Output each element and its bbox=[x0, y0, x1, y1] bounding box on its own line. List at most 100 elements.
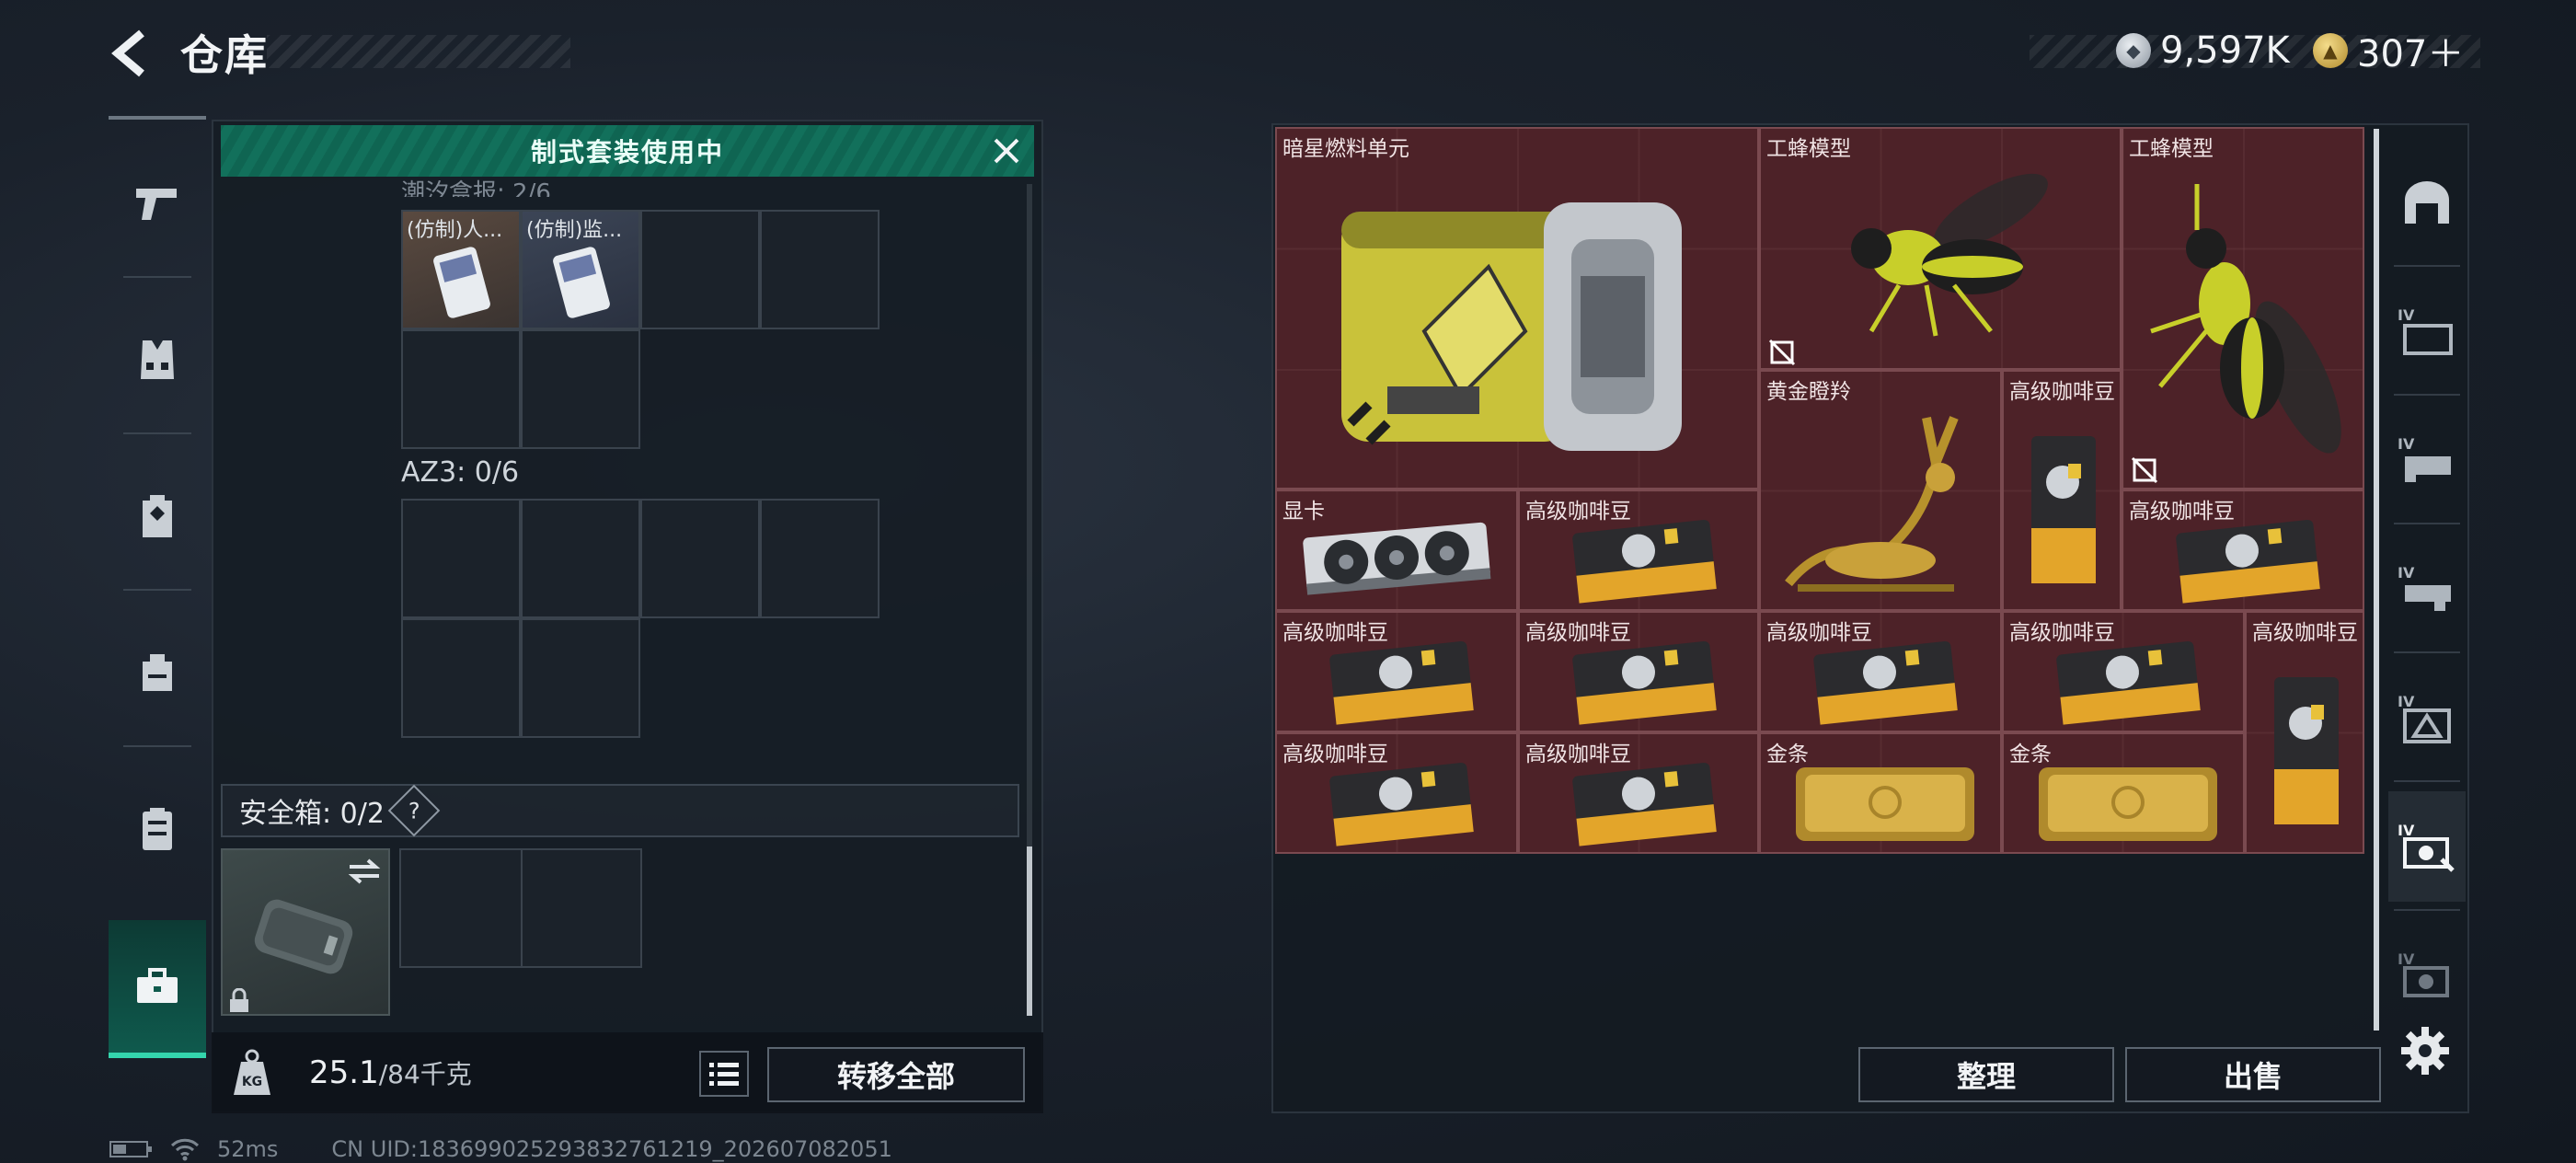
nav-separator bbox=[123, 432, 191, 434]
stash-tab-icon: IV bbox=[2398, 822, 2455, 872]
stash-item-fuel-cell[interactable]: 暗星燃料单元 bbox=[1275, 127, 1759, 489]
stash-item-wasp-model[interactable]: 工蜂模型 bbox=[1759, 127, 2122, 370]
gear-icon bbox=[2401, 1027, 2449, 1075]
stash-item-gpu[interactable]: 显卡 bbox=[1275, 489, 1518, 611]
item-label: 高级咖啡豆 bbox=[1282, 621, 1388, 645]
help-button[interactable]: ? bbox=[387, 784, 441, 837]
stash-item-wasp-model[interactable]: 工蜂模型 bbox=[2122, 127, 2364, 489]
container-slot[interactable] bbox=[521, 618, 640, 738]
svg-text:IV: IV bbox=[2398, 306, 2415, 324]
stash-scroll-thumb[interactable] bbox=[2374, 129, 2379, 1031]
gold-bar-icon bbox=[1796, 767, 1974, 841]
item-label: 暗星燃料单元 bbox=[1282, 137, 1409, 161]
back-button[interactable] bbox=[103, 26, 158, 81]
safebox-bar: 安全箱: 0/2 ? bbox=[221, 784, 1019, 837]
nav-item-backpack[interactable] bbox=[109, 447, 206, 585]
svg-text:IV: IV bbox=[2398, 950, 2415, 968]
container-slot[interactable] bbox=[760, 499, 880, 618]
gold-amount: 307＋ bbox=[2357, 33, 2465, 75]
item-label: 高级咖啡豆 bbox=[1766, 621, 1872, 645]
safebox-slot[interactable] bbox=[399, 848, 642, 968]
svg-text:IV: IV bbox=[2398, 435, 2415, 453]
toolbox-icon bbox=[137, 968, 178, 1003]
container-item[interactable]: (仿制)监... bbox=[521, 210, 640, 329]
nav-item-case[interactable] bbox=[109, 760, 206, 898]
nav-item-bag[interactable] bbox=[109, 604, 206, 742]
gpu-icon bbox=[1303, 522, 1491, 595]
coffee-bag-icon bbox=[1572, 762, 1717, 846]
stash-item-premium-coffee[interactable]: 高级咖啡豆 bbox=[1518, 732, 1759, 854]
battery-icon bbox=[109, 1141, 152, 1157]
sort-button[interactable]: 整理 bbox=[1858, 1047, 2114, 1102]
stash-item-premium-coffee[interactable]: 高级咖啡豆 bbox=[1275, 732, 1518, 854]
container-slot[interactable] bbox=[521, 329, 640, 449]
nav-item-armor[interactable] bbox=[109, 291, 206, 429]
safebox-item[interactable] bbox=[221, 848, 390, 1016]
stash-item-gold-bar[interactable]: 金条 bbox=[1759, 732, 2002, 854]
stash-tab-4[interactable]: IV bbox=[2388, 662, 2466, 773]
stash-item-premium-coffee[interactable]: 高级咖啡豆 bbox=[1518, 611, 1759, 732]
close-icon bbox=[994, 138, 1019, 164]
container-label: 潮汐盒报: 2/6 bbox=[401, 179, 551, 197]
stash-item-premium-coffee[interactable]: 高级咖啡豆 bbox=[2002, 611, 2245, 732]
stash-tab-overview[interactable] bbox=[2388, 147, 2466, 258]
stash-tab-3[interactable]: IV bbox=[2388, 534, 2466, 644]
sell-button[interactable]: 出售 bbox=[2125, 1047, 2381, 1102]
coffee-bag-icon bbox=[2056, 640, 2201, 725]
status-bar: 52ms CN UID:1836990252938327612​19_20260… bbox=[109, 1135, 892, 1163]
currency-silver[interactable]: ◆ 9,597K bbox=[2116, 28, 2290, 74]
weight-icon: KG bbox=[230, 1049, 274, 1099]
stash-item-gold-bar[interactable]: 金条 bbox=[2002, 732, 2245, 854]
stash-tab-1[interactable]: IV bbox=[2388, 276, 2466, 386]
currency-gold[interactable]: ▲ 307＋ bbox=[2313, 28, 2464, 75]
loadout-scroll-thumb[interactable] bbox=[1027, 846, 1032, 1016]
az3-label: AZ3: 0/6 bbox=[401, 456, 520, 489]
item-label: 高级咖啡豆 bbox=[1525, 621, 1631, 645]
svg-text:IV: IV bbox=[2398, 564, 2415, 582]
tab-separator bbox=[2394, 523, 2460, 524]
item-label: (仿制)监... bbox=[526, 219, 623, 242]
keycard-icon bbox=[553, 247, 610, 318]
container-slot[interactable] bbox=[401, 329, 521, 449]
item-label: 工蜂模型 bbox=[1766, 137, 1851, 161]
list-view-button[interactable] bbox=[699, 1051, 749, 1097]
wifi-icon bbox=[170, 1138, 200, 1161]
tab-separator bbox=[2394, 909, 2460, 911]
container-slot[interactable] bbox=[640, 499, 760, 618]
container-item[interactable]: (仿制)人... bbox=[401, 210, 521, 329]
gold-bar-icon bbox=[2039, 767, 2217, 841]
item-label: 工蜂模型 bbox=[2129, 137, 2214, 161]
tab-separator bbox=[2394, 780, 2460, 782]
stash-item-premium-coffee[interactable]: 高级咖啡豆 bbox=[1759, 611, 2002, 732]
stash-tab-5[interactable]: IV bbox=[2388, 791, 2466, 902]
stash-item-premium-coffee[interactable]: 高级咖啡豆 bbox=[2002, 370, 2122, 611]
coffee-bag-icon bbox=[1813, 640, 1958, 725]
svg-text:KG: KG bbox=[242, 1075, 262, 1089]
container-slot[interactable] bbox=[401, 618, 521, 738]
stash-tab-2[interactable]: IV bbox=[2388, 405, 2466, 515]
tab-separator bbox=[2394, 394, 2460, 396]
stash-item-golden-gazelle[interactable]: 黄金瞪羚 bbox=[1759, 370, 2002, 611]
stash-item-premium-coffee[interactable]: 高级咖啡豆 bbox=[2122, 489, 2364, 611]
container-slot[interactable] bbox=[640, 210, 760, 329]
stash-item-premium-coffee[interactable]: 高级咖啡豆 bbox=[1275, 611, 1518, 732]
stash-tab-6[interactable]: IV bbox=[2388, 920, 2466, 1031]
tab-separator bbox=[2394, 651, 2460, 653]
nav-item-toolbox[interactable] bbox=[109, 920, 206, 1058]
close-button[interactable] bbox=[986, 131, 1027, 171]
stash-item-premium-coffee[interactable]: 高级咖啡豆 bbox=[1518, 489, 1759, 611]
stash-item-premium-coffee[interactable]: 高级咖啡豆 bbox=[2245, 611, 2364, 854]
coffee-bag-icon bbox=[2274, 677, 2339, 824]
nav-item-weapon[interactable] bbox=[109, 134, 206, 272]
coffee-bag-icon bbox=[1329, 640, 1474, 725]
container-slot[interactable] bbox=[760, 210, 880, 329]
transfer-all-button[interactable]: 转移全部 bbox=[767, 1047, 1025, 1102]
container-slot[interactable] bbox=[401, 499, 521, 618]
settings-button[interactable] bbox=[2398, 1023, 2453, 1078]
left-nav bbox=[109, 116, 206, 1084]
uid-text: CN UID:1836990252938327612​19_2026070820… bbox=[331, 1136, 892, 1162]
swap-icon bbox=[348, 858, 381, 884]
item-label: 高级咖啡豆 bbox=[1525, 500, 1631, 524]
container-slot[interactable] bbox=[521, 499, 640, 618]
arch-icon bbox=[2405, 181, 2449, 224]
